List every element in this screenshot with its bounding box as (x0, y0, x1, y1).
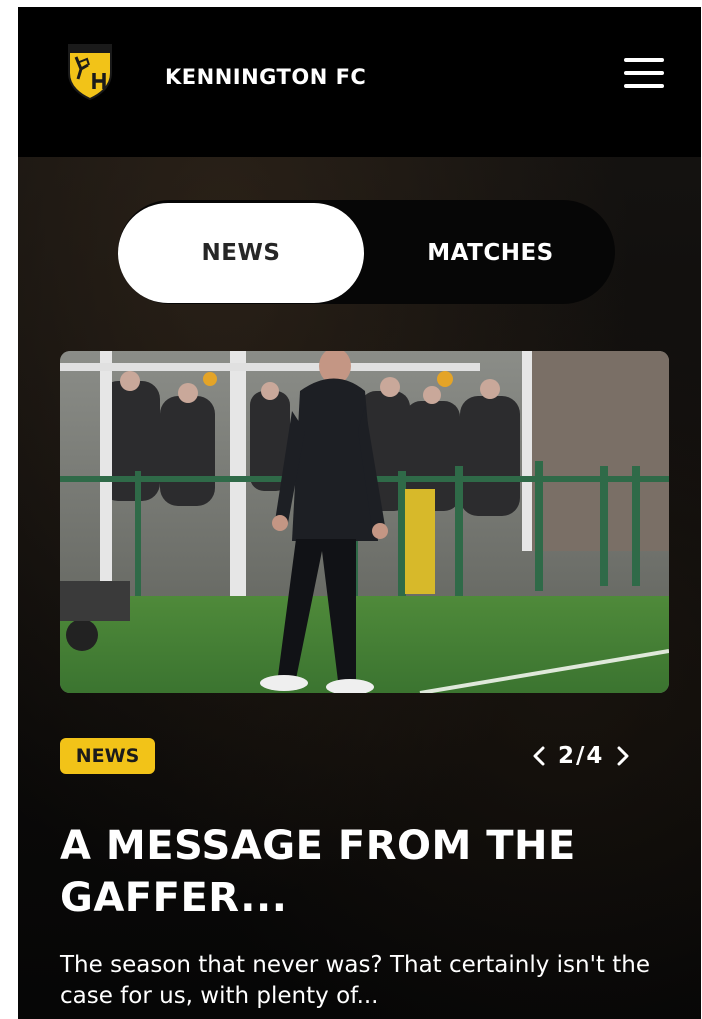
article-headline[interactable]: A MESSAGE FROM THE GAFFER... (60, 820, 670, 924)
tab-matches[interactable]: MATCHES (368, 203, 613, 303)
menu-line (624, 84, 664, 88)
club-name[interactable]: KENNINGTON FC (165, 65, 366, 89)
article-pager: 2/4 (532, 737, 630, 775)
content-tabs: NEWS MATCHES (118, 200, 615, 304)
club-crest-icon[interactable] (67, 43, 113, 101)
menu-line (624, 71, 664, 75)
pager-count: 2/4 (558, 743, 605, 769)
chevron-left-icon[interactable] (532, 745, 546, 767)
article-excerpt: The season that never was? That certainl… (60, 952, 650, 1009)
menu-line (624, 58, 664, 62)
manager-on-pitch-photo (60, 351, 669, 693)
tab-news[interactable]: NEWS (118, 203, 364, 303)
site-header: KENNINGTON FC (18, 7, 701, 157)
article-image[interactable] (60, 351, 669, 693)
chevron-right-icon[interactable] (616, 745, 630, 767)
app-screen: KENNINGTON FC NEWS MATCHES NEWS 2/4 A ME… (18, 7, 701, 1019)
category-badge: NEWS (60, 738, 155, 774)
hamburger-menu-icon[interactable] (624, 58, 664, 88)
